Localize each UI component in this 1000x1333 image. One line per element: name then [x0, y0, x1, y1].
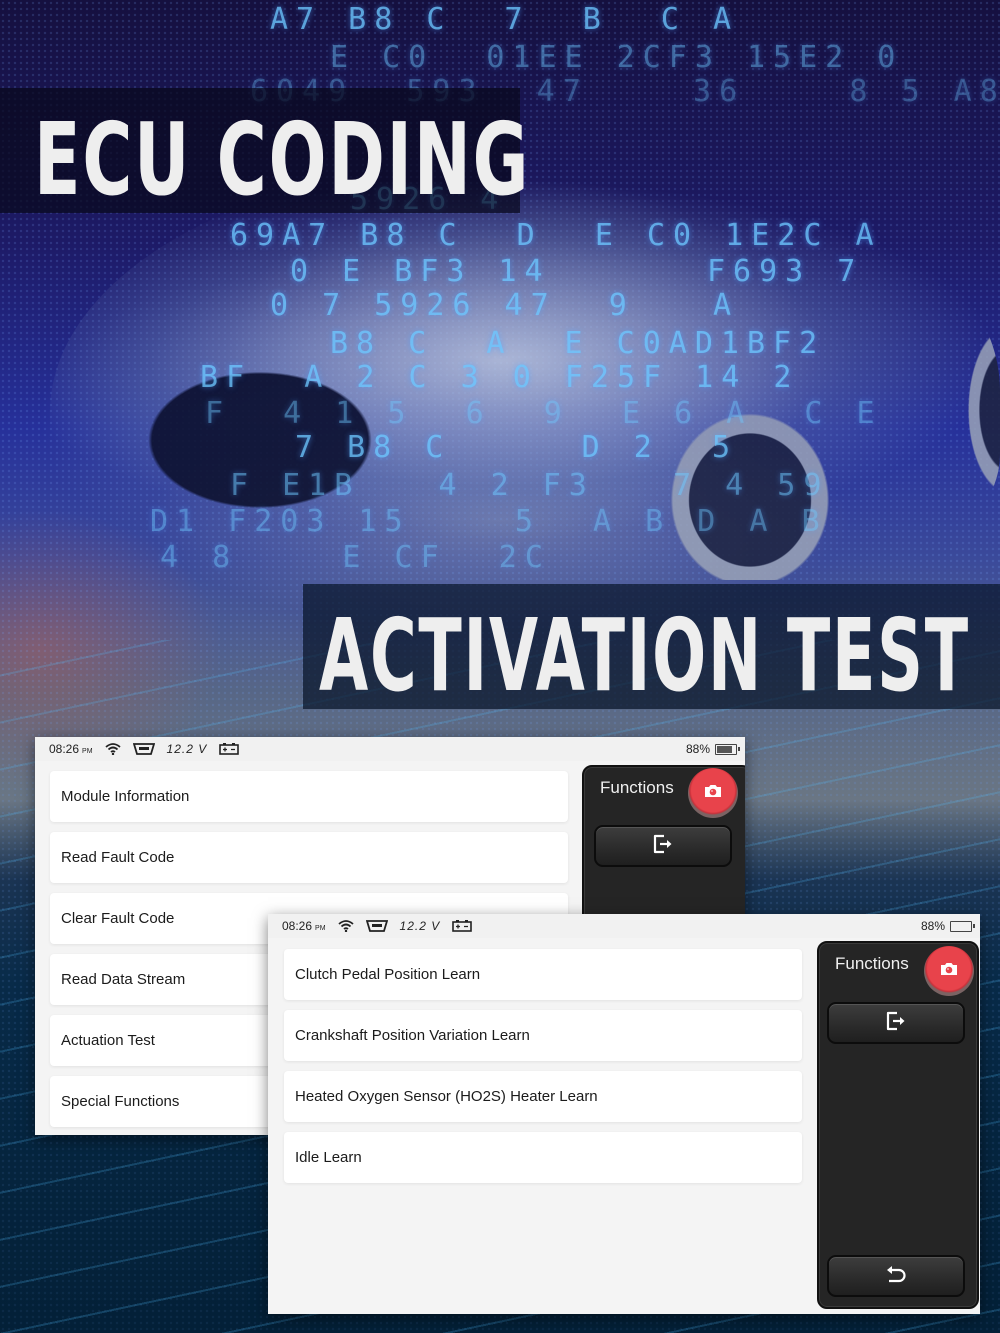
battery-percent: 88% [685, 742, 710, 756]
status-ampm: PM [82, 747, 93, 755]
menu-item-clutch-pedal-position-learn[interactable]: Clutch Pedal Position Learn [284, 949, 802, 1000]
obd-connector-icon [365, 920, 388, 932]
menu-item-ho2s-heater-learn[interactable]: Heated Oxygen Sensor (HO2S) Heater Learn [284, 1071, 802, 1122]
menu-item-idle-learn[interactable]: Idle Learn [284, 1132, 802, 1183]
wifi-icon [337, 920, 354, 932]
battery-icon [950, 920, 975, 932]
hex-code-row: D1 F203 15 5 A B D A B [150, 504, 828, 539]
status-bar: 08:26 PM 12.2 V 88% [35, 737, 745, 761]
functions-panel-title: Functions [835, 954, 909, 973]
battery-icon [715, 743, 740, 755]
menu-item-module-information[interactable]: Module Information [50, 771, 568, 822]
back-icon [884, 1264, 908, 1289]
special-function-list: Clutch Pedal Position Learn Crankshaft P… [284, 949, 802, 1193]
activation-test-title: ACTIVATION TEST [319, 598, 970, 715]
functions-panel: Functions [817, 941, 979, 1309]
ecu-coding-banner: ECU CODING [0, 88, 529, 218]
hex-code-row: 7 B8 C D 2 5 [295, 430, 739, 465]
camera-icon [704, 784, 722, 803]
hex-code-row: 4 8 E CF 2C [160, 540, 551, 575]
hex-code-row: F E1B 4 2 F3 7 4 59 [230, 468, 830, 503]
exit-button[interactable] [827, 1002, 965, 1044]
car-battery-icon [452, 920, 473, 932]
obd-connector-icon [132, 743, 155, 755]
ecu-coding-title: ECU CODING [34, 102, 531, 219]
menu-item-crankshaft-position-variation-learn[interactable]: Crankshaft Position Variation Learn [284, 1010, 802, 1061]
activation-test-banner: ACTIVATION TEST [303, 584, 1000, 714]
exit-icon [885, 1011, 907, 1036]
functions-panel-title: Functions [600, 778, 674, 797]
status-time: 08:26 [282, 919, 313, 933]
hex-code-row: A7 B8 C 7 B C A [270, 2, 740, 37]
status-voltage: 12.2 V [399, 919, 441, 933]
battery-percent: 88% [920, 919, 945, 933]
hex-code-row: 0 E BF3 14 F693 7 [290, 254, 864, 289]
back-button[interactable] [827, 1255, 965, 1297]
status-time: 08:26 [49, 742, 80, 756]
hex-code-row: E C0 01EE 2CF3 15E2 0 [330, 40, 904, 75]
exit-button[interactable] [594, 825, 732, 867]
screenshot-button[interactable] [688, 768, 738, 818]
status-ampm: PM [315, 924, 326, 932]
status-voltage: 12.2 V [166, 742, 208, 756]
hex-code-row: BF A 2 C 3 0 F25F 14 2 [200, 360, 800, 395]
menu-item-read-fault-code[interactable]: Read Fault Code [50, 832, 568, 883]
exit-icon [652, 834, 674, 859]
special-functions-screen: 08:26 PM 12.2 V 88% Clutch Pedal Positio… [268, 914, 980, 1314]
car-battery-icon [219, 743, 240, 755]
hex-code-row: B8 C A E C0AD1BF2 [330, 326, 826, 361]
screenshot-button[interactable] [924, 946, 974, 996]
hex-code-row: 69A7 B8 C D E C0 1E2C A [230, 218, 882, 253]
hex-code-row: F 4 1 5 6 9 E 6 A C E [205, 396, 883, 431]
hex-code-row: 0 7 5926 47 9 A [270, 288, 740, 323]
status-bar: 08:26 PM 12.2 V 88% [268, 914, 980, 938]
camera-icon [940, 962, 958, 981]
wifi-icon [104, 743, 121, 755]
